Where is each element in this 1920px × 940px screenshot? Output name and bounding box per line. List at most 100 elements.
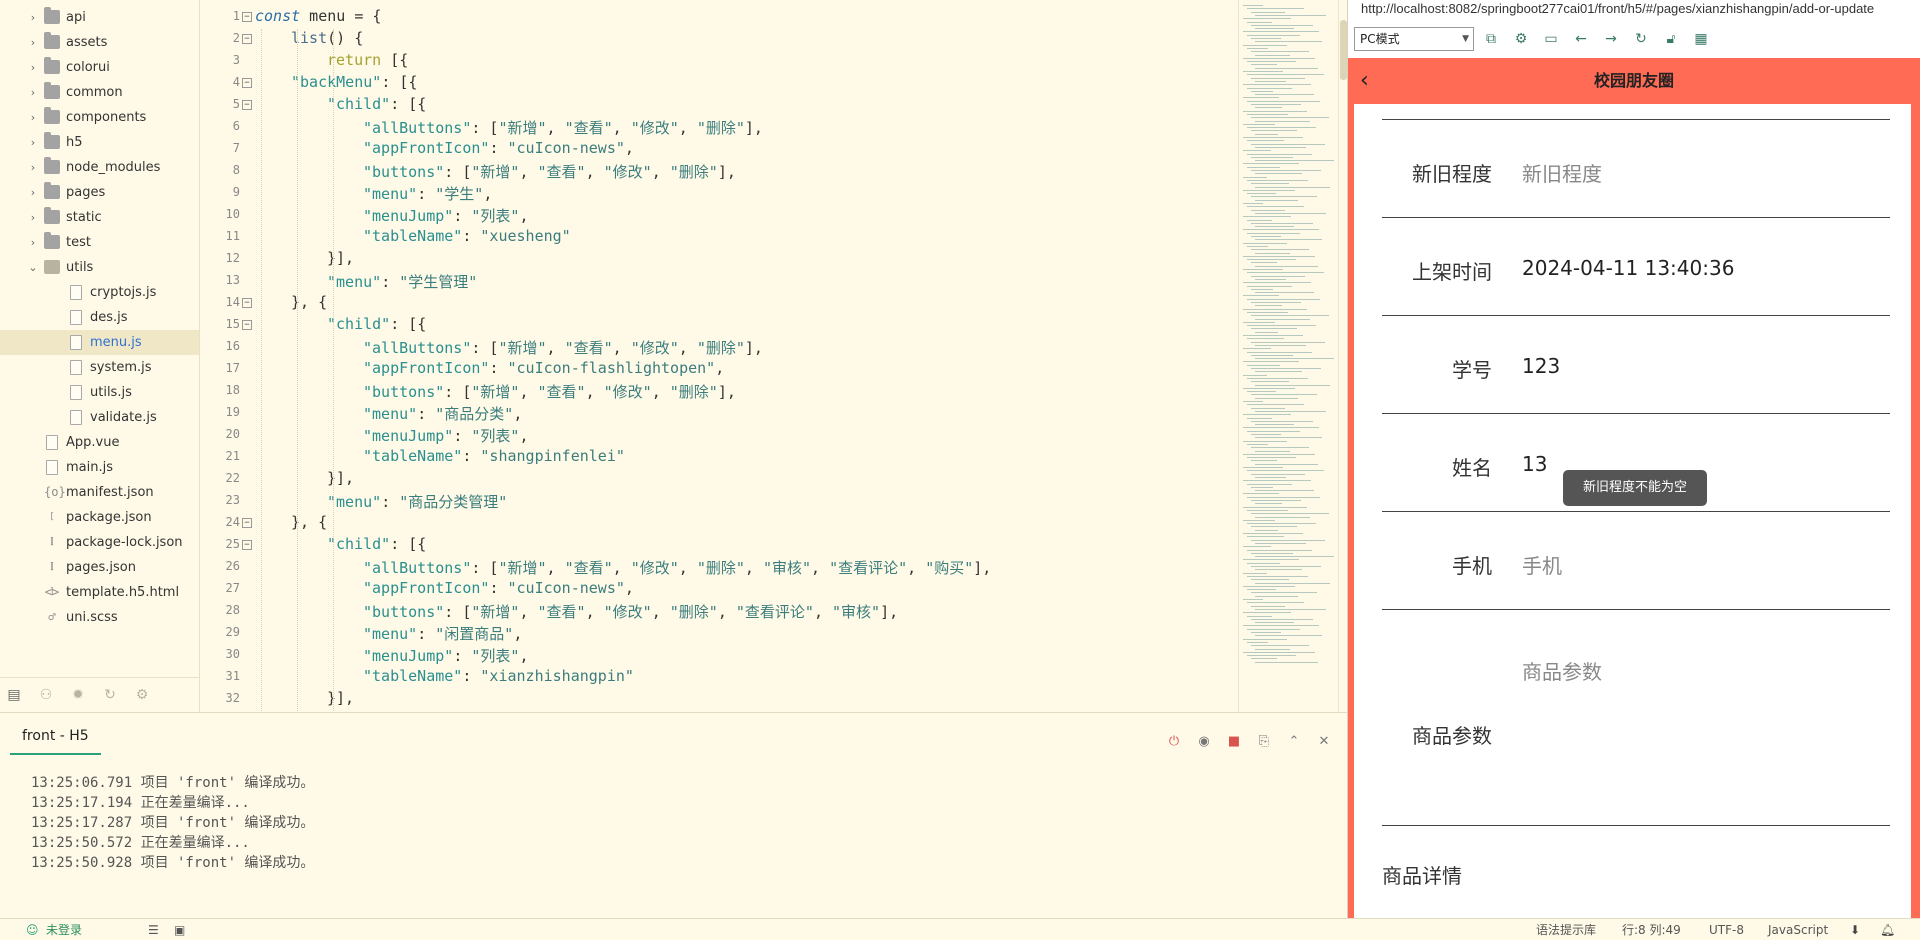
tree-item[interactable]: {o} manifest.json	[0, 480, 199, 505]
language-mode[interactable]: JavaScript	[1768, 919, 1828, 940]
tree-item[interactable]: › common	[0, 80, 199, 105]
chevron-right-icon[interactable]: ›	[27, 105, 39, 130]
login-status[interactable]: 未登录	[46, 919, 82, 940]
encoding[interactable]: UTF-8	[1709, 919, 1744, 940]
tree-item[interactable]: system.js	[0, 355, 199, 380]
restart-icon[interactable]: ◉	[1195, 733, 1213, 751]
console-tab[interactable]: front - H5	[10, 725, 101, 755]
code-line[interactable]: "menu": "商品分类",	[363, 403, 522, 424]
code-line[interactable]: "tableName": "xuesheng"	[363, 227, 571, 245]
tree-item[interactable]: utils.js	[0, 380, 199, 405]
tree-item[interactable]: des.js	[0, 305, 199, 330]
tree-item[interactable]: › pages	[0, 180, 199, 205]
form-input[interactable]: 13	[1522, 452, 1547, 476]
tree-item[interactable]: › test	[0, 230, 199, 255]
code-line[interactable]: "buttons": ["新增", "查看", "修改", "删除"],	[363, 161, 736, 182]
code-line[interactable]: "menu": "闲置商品",	[363, 623, 522, 644]
code-line[interactable]: "buttons": ["新增", "查看", "修改", "删除", "查看评…	[363, 601, 898, 622]
code-line[interactable]: "appFrontIcon": "cuIcon-news",	[363, 139, 634, 157]
stop-icon[interactable]: ■	[1225, 733, 1243, 751]
tree-item[interactable]: ♂ uni.scss	[0, 605, 199, 630]
code-line[interactable]: "menu": "学生",	[363, 183, 492, 204]
form-row[interactable]: 学号 123	[1382, 316, 1890, 414]
code-line[interactable]: list() {	[291, 29, 363, 47]
fold-toggle-icon[interactable]: −	[242, 540, 252, 550]
url-bar[interactable]: http://localhost:8082/springboot277cai01…	[1348, 0, 1920, 22]
tree-item[interactable]: › node_modules	[0, 155, 199, 180]
tree-item[interactable]: ⌄ utils	[0, 255, 199, 280]
code-editor[interactable]: 1− const menu = {2− list() {3 return [{4− "b…	[200, 0, 1238, 712]
chevron-right-icon[interactable]: ›	[27, 205, 39, 230]
form-row[interactable]: 手机 手机	[1382, 512, 1890, 610]
fold-toggle-icon[interactable]: −	[242, 298, 252, 308]
form-input[interactable]: 商品参数	[1522, 656, 1602, 685]
bell-icon[interactable]: 🔔︎	[1880, 919, 1895, 940]
settings-icon[interactable]: ⚙	[1512, 30, 1530, 48]
code-line[interactable]: "child": [{	[327, 315, 426, 333]
folder-icon[interactable]: ▤	[6, 687, 22, 703]
fold-toggle-icon[interactable]: −	[242, 78, 252, 88]
tree-item[interactable]: <> template.h5.html	[0, 580, 199, 605]
tree-item[interactable]: main.js	[0, 455, 199, 480]
code-line[interactable]: "tableName": "shangpinfenlei"	[363, 447, 625, 465]
forward-icon[interactable]: →	[1602, 30, 1620, 48]
tree-item[interactable]: [ ] package.json	[0, 505, 199, 547]
refresh-icon[interactable]: ↻	[1632, 30, 1650, 48]
code-line[interactable]: "menu": "学生管理"	[327, 271, 477, 292]
back-icon[interactable]: ←	[1572, 30, 1590, 48]
code-line[interactable]: "menuJump": "列表",	[363, 645, 528, 666]
form-row[interactable]: 商品参数 商品参数	[1382, 610, 1890, 826]
code-line[interactable]: }],	[327, 249, 354, 267]
tree-item[interactable]: [ ] package-lock.json	[0, 530, 199, 572]
list-icon[interactable]: ☰	[148, 919, 159, 940]
cursor-position[interactable]: 行:8 列:49	[1622, 919, 1681, 940]
code-line[interactable]: return [{	[327, 51, 408, 69]
stop-run-icon[interactable]: ⏻	[1165, 733, 1183, 751]
fold-toggle-icon[interactable]: −	[242, 518, 252, 528]
code-line[interactable]: "child": [{	[327, 535, 426, 553]
chevron-right-icon[interactable]: ›	[27, 55, 39, 80]
terminal-icon[interactable]: ▣	[174, 919, 185, 940]
code-line[interactable]: "allButtons": ["新增", "查看", "修改", "删除", "…	[363, 557, 991, 578]
chevron-right-icon[interactable]: ›	[27, 155, 39, 180]
tree-item[interactable]: [ ] pages.json	[0, 555, 199, 597]
fold-toggle-icon[interactable]: −	[242, 320, 252, 330]
code-line[interactable]: "menu": "商品分类管理"	[327, 491, 507, 512]
chevron-left-icon[interactable]: ‹	[1360, 66, 1380, 96]
syntax-hint[interactable]: 语法提示库	[1536, 919, 1596, 940]
tree-item[interactable]: › static	[0, 205, 199, 230]
lock-icon[interactable]: 🔓︎	[1662, 30, 1680, 48]
code-line[interactable]: }],	[327, 689, 354, 707]
form-input[interactable]: 手机	[1522, 550, 1562, 579]
form-input[interactable]: 123	[1522, 354, 1560, 378]
chevron-right-icon[interactable]: ›	[27, 80, 39, 105]
minimap[interactable]	[1238, 0, 1338, 712]
console-icon[interactable]: ▭	[1542, 30, 1560, 48]
code-line[interactable]: "buttons": ["新增", "查看", "修改", "删除"],	[363, 381, 736, 402]
form-row[interactable]: 新旧程度 新旧程度	[1382, 120, 1890, 218]
code-line[interactable]: "allButtons": ["新增", "查看", "修改", "删除"],	[363, 117, 763, 138]
tree-item[interactable]: › components	[0, 105, 199, 130]
chevron-right-icon[interactable]: ›	[27, 5, 39, 30]
tree-item[interactable]: › api	[0, 5, 199, 30]
tree-item[interactable]: › assets	[0, 30, 199, 55]
git-icon[interactable]: ⚇	[38, 687, 54, 703]
qr-code-icon[interactable]: ▦	[1692, 30, 1710, 48]
open-external-icon[interactable]: ⎘	[1255, 733, 1273, 751]
chevron-right-icon[interactable]: ›	[27, 30, 39, 55]
user-icon[interactable]: ☺	[26, 919, 39, 940]
form-input[interactable]: 新旧程度	[1522, 158, 1602, 187]
scrollbar-thumb[interactable]	[1340, 20, 1347, 80]
plugin-icon[interactable]: ⚙	[134, 687, 150, 703]
form-row[interactable]: 上架时间 2024-04-11 13:40:36	[1382, 218, 1890, 316]
code-line[interactable]: "appFrontIcon": "cuIcon-flashlightopen",	[363, 359, 724, 377]
chevron-right-icon[interactable]: ›	[27, 130, 39, 155]
tree-item[interactable]: › h5	[0, 130, 199, 155]
clear-console-icon[interactable]: ✕	[1315, 733, 1333, 751]
form-input[interactable]: 2024-04-11 13:40:36	[1522, 256, 1734, 280]
sync-icon[interactable]: ↻	[102, 687, 118, 703]
chevron-right-icon[interactable]: ›	[27, 230, 39, 255]
code-line[interactable]: "appFrontIcon": "cuIcon-news",	[363, 579, 634, 597]
tree-item[interactable]: validate.js	[0, 405, 199, 430]
url-text[interactable]: http://localhost:8082/springboot277cai01…	[1361, 0, 1874, 18]
